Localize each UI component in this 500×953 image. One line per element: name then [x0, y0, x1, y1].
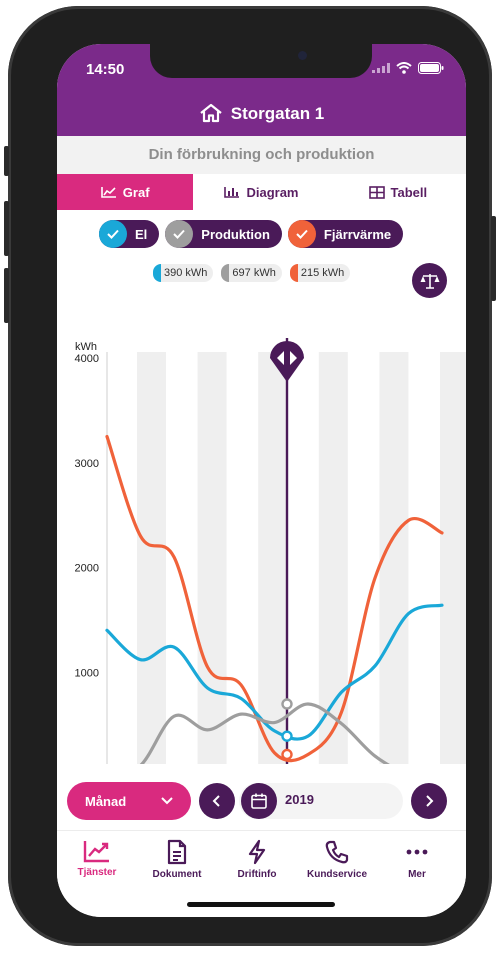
chevron-down-icon	[161, 797, 173, 805]
y-tick-label: 3000	[75, 458, 99, 470]
nav-kundservice[interactable]: Kundservice	[297, 839, 377, 880]
chevron-left-icon	[212, 795, 220, 807]
period-select[interactable]: Månad	[67, 782, 191, 820]
selected-point-produktion	[281, 698, 293, 710]
calendar-icon	[251, 793, 267, 809]
line-chart-icon	[100, 187, 116, 198]
value-el: 390 kWh	[153, 264, 214, 282]
background-stripe	[440, 352, 466, 764]
background-stripe	[197, 352, 227, 764]
check-icon	[287, 220, 316, 248]
selected-values: 390 kWh 697 kWh 215 kWh	[153, 264, 351, 282]
app-screen: 14:50 Storgatan 1 Din förbrukning och pr…	[57, 44, 466, 917]
value-fjarrvarme: 215 kWh	[289, 264, 351, 282]
trend-chart-icon	[83, 841, 109, 863]
value-produktion: 697 kWh	[221, 264, 282, 282]
mute-switch	[4, 146, 9, 176]
camera-icon	[298, 51, 307, 60]
previous-year-button[interactable]	[199, 783, 235, 819]
year-label: 2019	[285, 792, 314, 807]
y-axis-label: kWh	[75, 341, 97, 353]
toggle-produktion-label: Produktion	[201, 226, 270, 242]
page-title: Storgatan 1	[57, 103, 466, 124]
nav-driftinfo-label: Driftinfo	[237, 869, 277, 880]
nav-mer[interactable]: Mer	[377, 839, 457, 880]
toggle-produktion[interactable]: Produktion	[165, 220, 282, 248]
volume-up-button	[4, 201, 9, 256]
tab-diagram-label: Diagram	[246, 184, 299, 200]
background-stripe	[137, 352, 166, 764]
phone-frame: 14:50 Storgatan 1 Din förbrukning och pr…	[4, 6, 496, 946]
value-el-text: 390 kWh	[164, 267, 208, 279]
bar-chart-icon	[224, 187, 240, 198]
compare-button[interactable]	[412, 263, 447, 298]
next-year-button[interactable]	[411, 783, 447, 819]
status-time: 14:50	[86, 61, 125, 78]
section-subtitle: Din förbrukning och produktion	[57, 136, 466, 174]
power-button	[491, 216, 496, 301]
period-label: Månad	[85, 793, 127, 809]
calendar-button[interactable]	[241, 783, 277, 819]
check-icon	[99, 220, 127, 248]
scale-icon	[420, 273, 439, 289]
tab-diagram[interactable]: Diagram	[193, 174, 329, 210]
nav-kundservice-label: Kundservice	[306, 869, 368, 880]
status-icons	[372, 62, 444, 74]
y-tick-label: 4000	[75, 353, 99, 365]
nav-dokument-label: Dokument	[152, 869, 202, 880]
nav-tjanster[interactable]: Tjänster	[57, 839, 137, 878]
value-fjarrvarme-text: 215 kWh	[300, 267, 345, 279]
lightning-icon	[248, 839, 266, 865]
tab-graf[interactable]: Graf	[57, 174, 194, 210]
consumption-chart[interactable]: kWh40003000200010000jandecjul	[57, 294, 466, 764]
chevron-right-icon	[426, 795, 434, 807]
signal-icon	[372, 63, 390, 73]
period-controls: Månad 2019	[67, 782, 447, 820]
tab-graf-label: Graf	[122, 184, 150, 200]
home-indicator	[187, 902, 335, 907]
address-title: Storgatan 1	[230, 104, 325, 123]
tab-tabell[interactable]: Tabell	[330, 174, 466, 210]
notch	[150, 44, 372, 78]
battery-icon	[418, 62, 444, 74]
phone-icon	[325, 840, 349, 864]
document-icon	[167, 839, 187, 865]
volume-down-button	[4, 268, 9, 323]
toggle-el-label: El	[135, 226, 148, 242]
table-icon	[368, 185, 385, 199]
more-dots-icon	[406, 849, 428, 855]
nav-tjanster-label: Tjänster	[77, 867, 117, 878]
toggle-fjarrvarme[interactable]: Fjärrvärme	[287, 220, 404, 248]
wifi-icon	[396, 62, 412, 74]
nav-dokument[interactable]: Dokument	[137, 839, 217, 880]
view-tabs: Graf Diagram Tabell	[57, 174, 466, 210]
toggle-el[interactable]: El	[99, 220, 160, 248]
nav-driftinfo[interactable]: Driftinfo	[217, 839, 297, 880]
y-tick-label: 2000	[75, 563, 99, 575]
tab-tabell-label: Tabell	[390, 184, 428, 200]
home-icon[interactable]	[199, 103, 223, 123]
check-icon	[165, 220, 194, 248]
toggle-fjarrvarme-label: Fjärrvärme	[323, 226, 392, 242]
series-toggles: El Produktion Fjärrvärme	[99, 220, 404, 248]
nav-mer-label: Mer	[408, 869, 426, 880]
selected-point-fjärrvärme	[281, 748, 293, 761]
y-tick-label: 1000	[75, 667, 99, 679]
value-produktion-text: 697 kWh	[232, 267, 276, 279]
selected-point-el	[281, 730, 293, 742]
